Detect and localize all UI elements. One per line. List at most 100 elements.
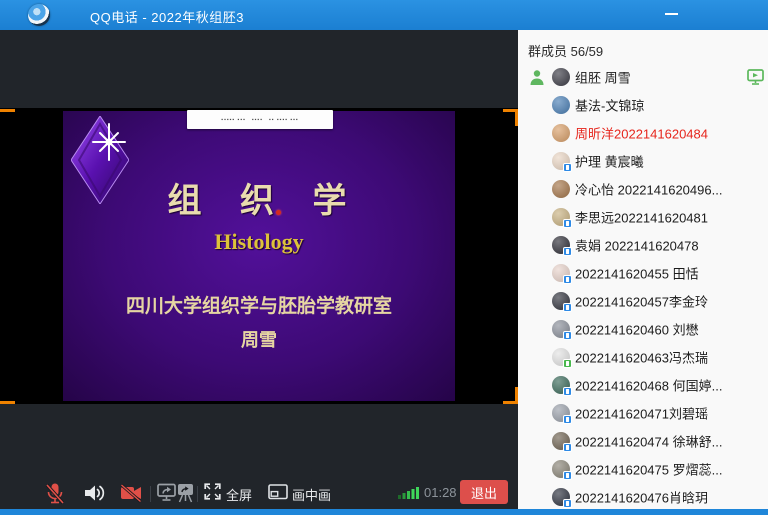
member-avatar	[552, 460, 570, 478]
share-toolbar-chip[interactable]: ▪▪▪▪▪ ▪▪▪ ▪▪▪▪ ▪▪ ▪▪▪▪ ▪▪▪	[187, 110, 333, 129]
phone-glyph	[566, 361, 569, 366]
member-row[interactable]: 李思远2022141620481	[518, 203, 768, 231]
member-avatar	[552, 264, 570, 282]
mobile-online-badge	[563, 471, 572, 480]
member-row[interactable]: 2022141620471刘碧瑶	[518, 399, 768, 427]
phone-glyph	[566, 417, 569, 422]
member-avatar	[552, 432, 570, 450]
member-name: 冷心怡 2022141620496...	[575, 180, 722, 199]
member-name: 2022141620474 徐琳舒...	[575, 432, 722, 451]
presenter-icon	[529, 69, 545, 91]
window-title: QQ电话 - 2022年秋组胚3	[90, 7, 244, 26]
capture-corner-top-left	[0, 109, 15, 112]
screen-sharing-indicator-icon	[747, 69, 765, 91]
member-name: 李思远2022141620481	[575, 208, 708, 227]
qq-call-app-icon	[28, 4, 50, 26]
exit-call-button[interactable]: 退出	[460, 480, 508, 504]
member-avatar	[552, 208, 570, 226]
slide-author: 周雪	[63, 326, 455, 352]
window-titlebar: QQ电话 - 2022年秋组胚3	[0, 0, 768, 30]
member-name: 护理 黄宸曦	[575, 152, 644, 171]
mobile-online-badge	[563, 163, 572, 172]
member-name: 2022141620475 罗熠蕊...	[575, 460, 722, 479]
call-toolbar: 全屏 画中画 01:28 退出	[0, 435, 518, 509]
member-name: 组胚 周雪	[575, 68, 631, 87]
share-hint-segment: ▪▪▪▪	[252, 117, 263, 123]
member-name: 2022141620457李金玲	[575, 292, 708, 311]
speaker-button[interactable]	[84, 483, 105, 503]
member-name: 2022141620455 田恬	[575, 264, 699, 283]
phone-glyph	[566, 249, 569, 254]
member-name: 2022141620476肖晗玥	[575, 488, 708, 507]
member-avatar	[552, 292, 570, 310]
toolbar-divider	[197, 486, 198, 502]
video-stage: 组 织 学 Histology 四川大学组织学与胚胎学教研室 周雪 ▪▪▪▪▪ …	[0, 30, 518, 509]
capture-corner-top-right	[503, 109, 518, 126]
minimize-button[interactable]	[656, 2, 686, 26]
member-name: 袁娟 2022141620478	[575, 236, 699, 255]
member-row[interactable]: 2022141620468 何国婷...	[518, 371, 768, 399]
member-row[interactable]: 2022141620460 刘懋	[518, 315, 768, 343]
member-row[interactable]: 2022141620476肖晗玥	[518, 483, 768, 509]
call-timer: 01:28	[424, 485, 457, 500]
window-bottom-border	[0, 509, 768, 515]
member-count-header: 群成员 56/59	[528, 41, 603, 60]
picture-in-picture-button[interactable]: 画中画	[292, 485, 331, 504]
member-row[interactable]: 2022141620455 田恬	[518, 259, 768, 287]
mobile-online-badge	[563, 275, 572, 284]
member-list[interactable]: 组胚 周雪基法-文锦琼周昕洋2022141620484 护理 黄宸曦冷心怡 202…	[518, 63, 768, 509]
member-avatar	[552, 68, 570, 86]
member-row[interactable]: 周昕洋2022141620484	[518, 119, 768, 147]
mobile-online-badge	[563, 499, 572, 508]
phone-glyph	[566, 445, 569, 450]
microphone-muted-button[interactable]	[45, 483, 65, 505]
member-row[interactable]: 2022141620474 徐琳舒...	[518, 427, 768, 455]
member-name: 2022141620471刘碧瑶	[575, 404, 708, 423]
phone-glyph	[566, 501, 569, 506]
screen-share-button[interactable]	[157, 483, 176, 502]
network-signal-icon	[398, 485, 422, 499]
fullscreen-icon[interactable]	[204, 483, 221, 500]
mobile-online-badge	[563, 415, 572, 424]
member-row[interactable]: 2022141620475 罗熠蕊...	[518, 455, 768, 483]
whiteboard-share-button[interactable]	[176, 483, 195, 503]
member-panel: 群成员 56/59 组胚 周雪基法-文锦琼周昕洋2022141620484 护理 …	[518, 30, 768, 509]
member-name: 2022141620460 刘懋	[575, 320, 699, 339]
member-avatar	[552, 236, 570, 254]
share-hint-segment: ▪▪▪▪▪ ▪▪▪	[221, 117, 246, 123]
slide-department: 四川大学组织学与胚胎学教研室	[63, 291, 455, 318]
member-row[interactable]: 基法-文锦琼	[518, 91, 768, 119]
member-row[interactable]: 袁娟 2022141620478	[518, 231, 768, 259]
slide-title: 组 织 学	[63, 173, 455, 222]
mobile-online-badge	[563, 247, 572, 256]
camera-off-button[interactable]	[120, 483, 143, 503]
member-avatar	[552, 124, 570, 142]
phone-glyph	[566, 333, 569, 338]
capture-corner-bottom-left	[0, 401, 15, 404]
member-avatar	[552, 348, 570, 366]
member-row[interactable]: 组胚 周雪	[518, 63, 768, 91]
member-avatar	[552, 180, 570, 198]
slide-subtitle: Histology	[63, 229, 455, 255]
member-row[interactable]: 2022141620457李金玲	[518, 287, 768, 315]
phone-glyph	[566, 305, 569, 310]
mobile-online-badge	[563, 387, 572, 396]
mobile-online-badge	[563, 331, 572, 340]
member-name: 2022141620468 何国婷...	[575, 376, 722, 395]
member-avatar	[552, 376, 570, 394]
mobile-online-badge	[563, 219, 572, 228]
fullscreen-button[interactable]: 全屏	[226, 485, 252, 504]
member-row[interactable]: 护理 黄宸曦	[518, 147, 768, 175]
share-hint-segment: ▪▪ ▪▪▪▪ ▪▪▪	[269, 117, 299, 123]
online-device-badge-green	[563, 359, 572, 368]
mobile-online-badge	[563, 443, 572, 452]
member-row[interactable]: 2022141620463冯杰瑞	[518, 343, 768, 371]
picture-in-picture-icon[interactable]	[268, 483, 288, 501]
member-name: 2022141620463冯杰瑞	[575, 348, 708, 367]
phone-glyph	[566, 389, 569, 394]
member-name: 周昕洋2022141620484	[575, 124, 708, 143]
phone-glyph	[566, 165, 569, 170]
member-row[interactable]: 冷心怡 2022141620496...	[518, 175, 768, 203]
minimize-icon	[665, 13, 678, 15]
phone-glyph	[566, 221, 569, 226]
